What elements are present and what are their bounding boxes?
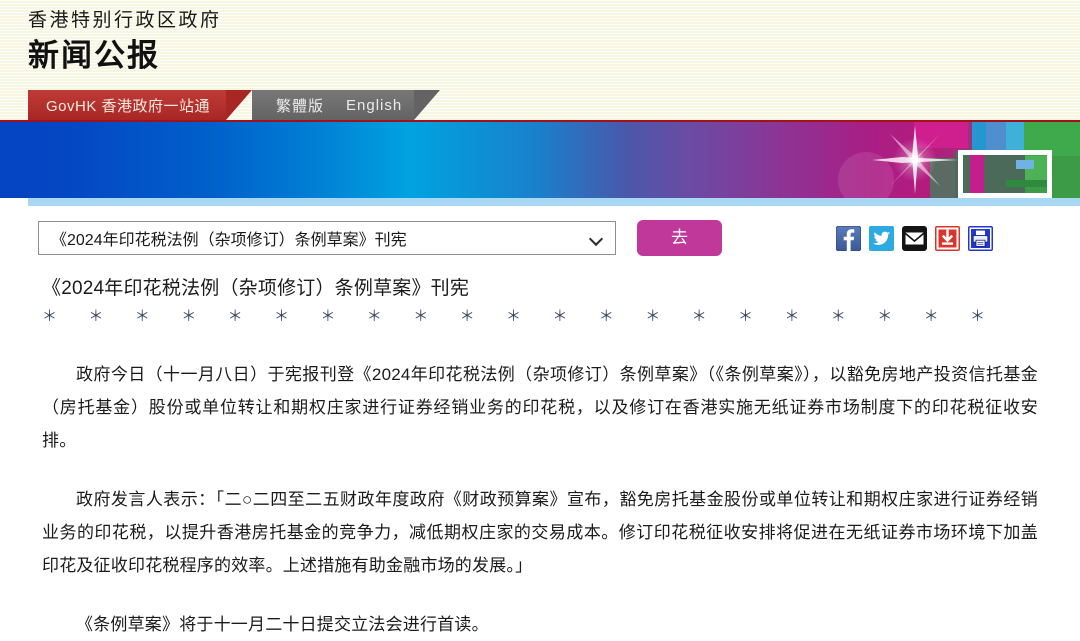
tab-govhk-label: GovHK 香港政府一站通	[46, 97, 211, 115]
toolbar: 《2024年印花税法例（杂项修订）条例草案》刊宪 去	[0, 206, 1080, 274]
banner-underline	[28, 198, 1080, 206]
chevron-down-icon	[589, 230, 605, 246]
download-icon[interactable]	[935, 226, 960, 251]
publication-title: 新闻公报	[28, 38, 160, 73]
twitter-icon[interactable]	[869, 226, 894, 251]
organisation-name: 香港特别行政区政府	[28, 10, 222, 31]
news-select-value: 《2024年印花税法例（杂项修订）条例草案》刊宪	[51, 232, 407, 249]
masthead: 香港特别行政区政府 新闻公报 GovHK 香港政府一站通 繁體版 English	[0, 0, 1080, 122]
article-paragraph: 政府今日（十一月八日）于宪报刊登《2024年印花税法例（杂项修订）条例草案》（《…	[42, 365, 1038, 450]
email-icon[interactable]	[902, 226, 927, 251]
masthead-titles: 香港特别行政区政府 新闻公报	[28, 8, 222, 76]
star-divider: ＊ ＊ ＊ ＊ ＊ ＊ ＊ ＊ ＊ ＊ ＊ ＊ ＊ ＊ ＊ ＊ ＊ ＊ ＊ ＊ …	[42, 308, 994, 325]
sparkle-star-icon	[872, 126, 958, 194]
facebook-icon[interactable]	[836, 226, 861, 251]
print-icon[interactable]	[968, 226, 993, 251]
article-paragraph: 政府发言人表示：「二○二四至二五财政年度政府《财政预算案》宣布，豁免房托基金股份…	[42, 490, 1038, 575]
tab-traditional-chinese[interactable]: 繁體版	[276, 95, 324, 116]
banner-wrapper	[0, 122, 1080, 206]
article: 《2024年印花税法例（杂项修订）条例草案》刊宪 ＊ ＊ ＊ ＊ ＊ ＊ ＊ ＊…	[0, 274, 1080, 641]
banner-artwork	[810, 122, 1080, 198]
tab-english[interactable]: English	[346, 97, 402, 114]
go-button[interactable]: 去	[637, 220, 722, 256]
news-select[interactable]: 《2024年印花税法例（杂项修订）条例草案》刊宪	[38, 221, 616, 255]
article-paragraph: 《条例草案》将于十一月二十日提交立法会进行首读。	[76, 615, 489, 634]
top-navigation-tabs: GovHK 香港政府一站通 繁體版 English	[28, 90, 441, 120]
gradient-banner	[0, 122, 1080, 198]
article-headline: 《2024年印花税法例（杂项修订）条例草案》刊宪	[42, 278, 470, 299]
language-tab-group: 繁體版 English	[252, 90, 441, 120]
tab-govhk[interactable]: GovHK 香港政府一站通	[28, 90, 253, 120]
art-white-frame	[958, 150, 1052, 198]
social-share-bar	[836, 226, 993, 251]
